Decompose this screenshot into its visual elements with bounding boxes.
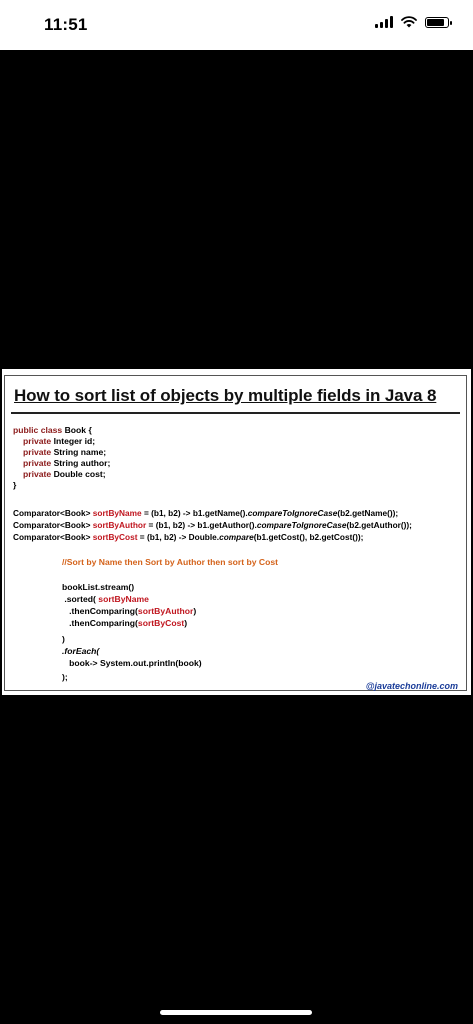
stream-line: ); (62, 672, 68, 682)
wifi-icon (401, 16, 417, 28)
comparator-line: Comparator<Book> sortByAuthor = (b1, b2)… (13, 520, 412, 530)
watermark-link: @javatechonline.com (365, 681, 458, 691)
code-comment: //Sort by Name then Sort by Author then … (62, 557, 278, 567)
battery-icon (425, 16, 452, 28)
field-line: private Double cost; (23, 469, 106, 479)
status-time: 11:51 (44, 15, 88, 34)
stream-line: .forEach( (62, 646, 100, 656)
stream-line: .sorted( sortByName (62, 594, 149, 604)
comparator-line: Comparator<Book> sortByCost = (b1, b2) -… (13, 532, 364, 542)
stream-line: .thenComparing(sortByAuthor) (62, 606, 197, 616)
stream-line: .thenComparing(sortByCost) (62, 618, 188, 628)
comparator-line: Comparator<Book> sortByName = (b1, b2) -… (13, 508, 399, 518)
status-bar: 11:51 (0, 0, 473, 50)
home-indicator[interactable] (160, 1010, 312, 1015)
field-line: private String author; (23, 458, 111, 468)
cellular-signal-icon (375, 16, 393, 28)
class-close: } (13, 480, 17, 490)
stream-line: ) (62, 634, 65, 644)
title-divider (11, 412, 460, 414)
field-line: private String name; (23, 447, 107, 457)
post-title: How to sort list of objects by multiple … (14, 386, 437, 405)
status-icons (375, 16, 452, 28)
stream-line: bookList.stream() (62, 582, 135, 592)
post-image[interactable]: How to sort list of objects by multiple … (2, 369, 471, 695)
class-declaration: public class Book { (13, 425, 92, 435)
code-snippet-card: How to sort list of objects by multiple … (4, 375, 467, 691)
field-line: private Integer id; (23, 436, 96, 446)
stream-line: book-> System.out.println(book) (62, 658, 202, 668)
